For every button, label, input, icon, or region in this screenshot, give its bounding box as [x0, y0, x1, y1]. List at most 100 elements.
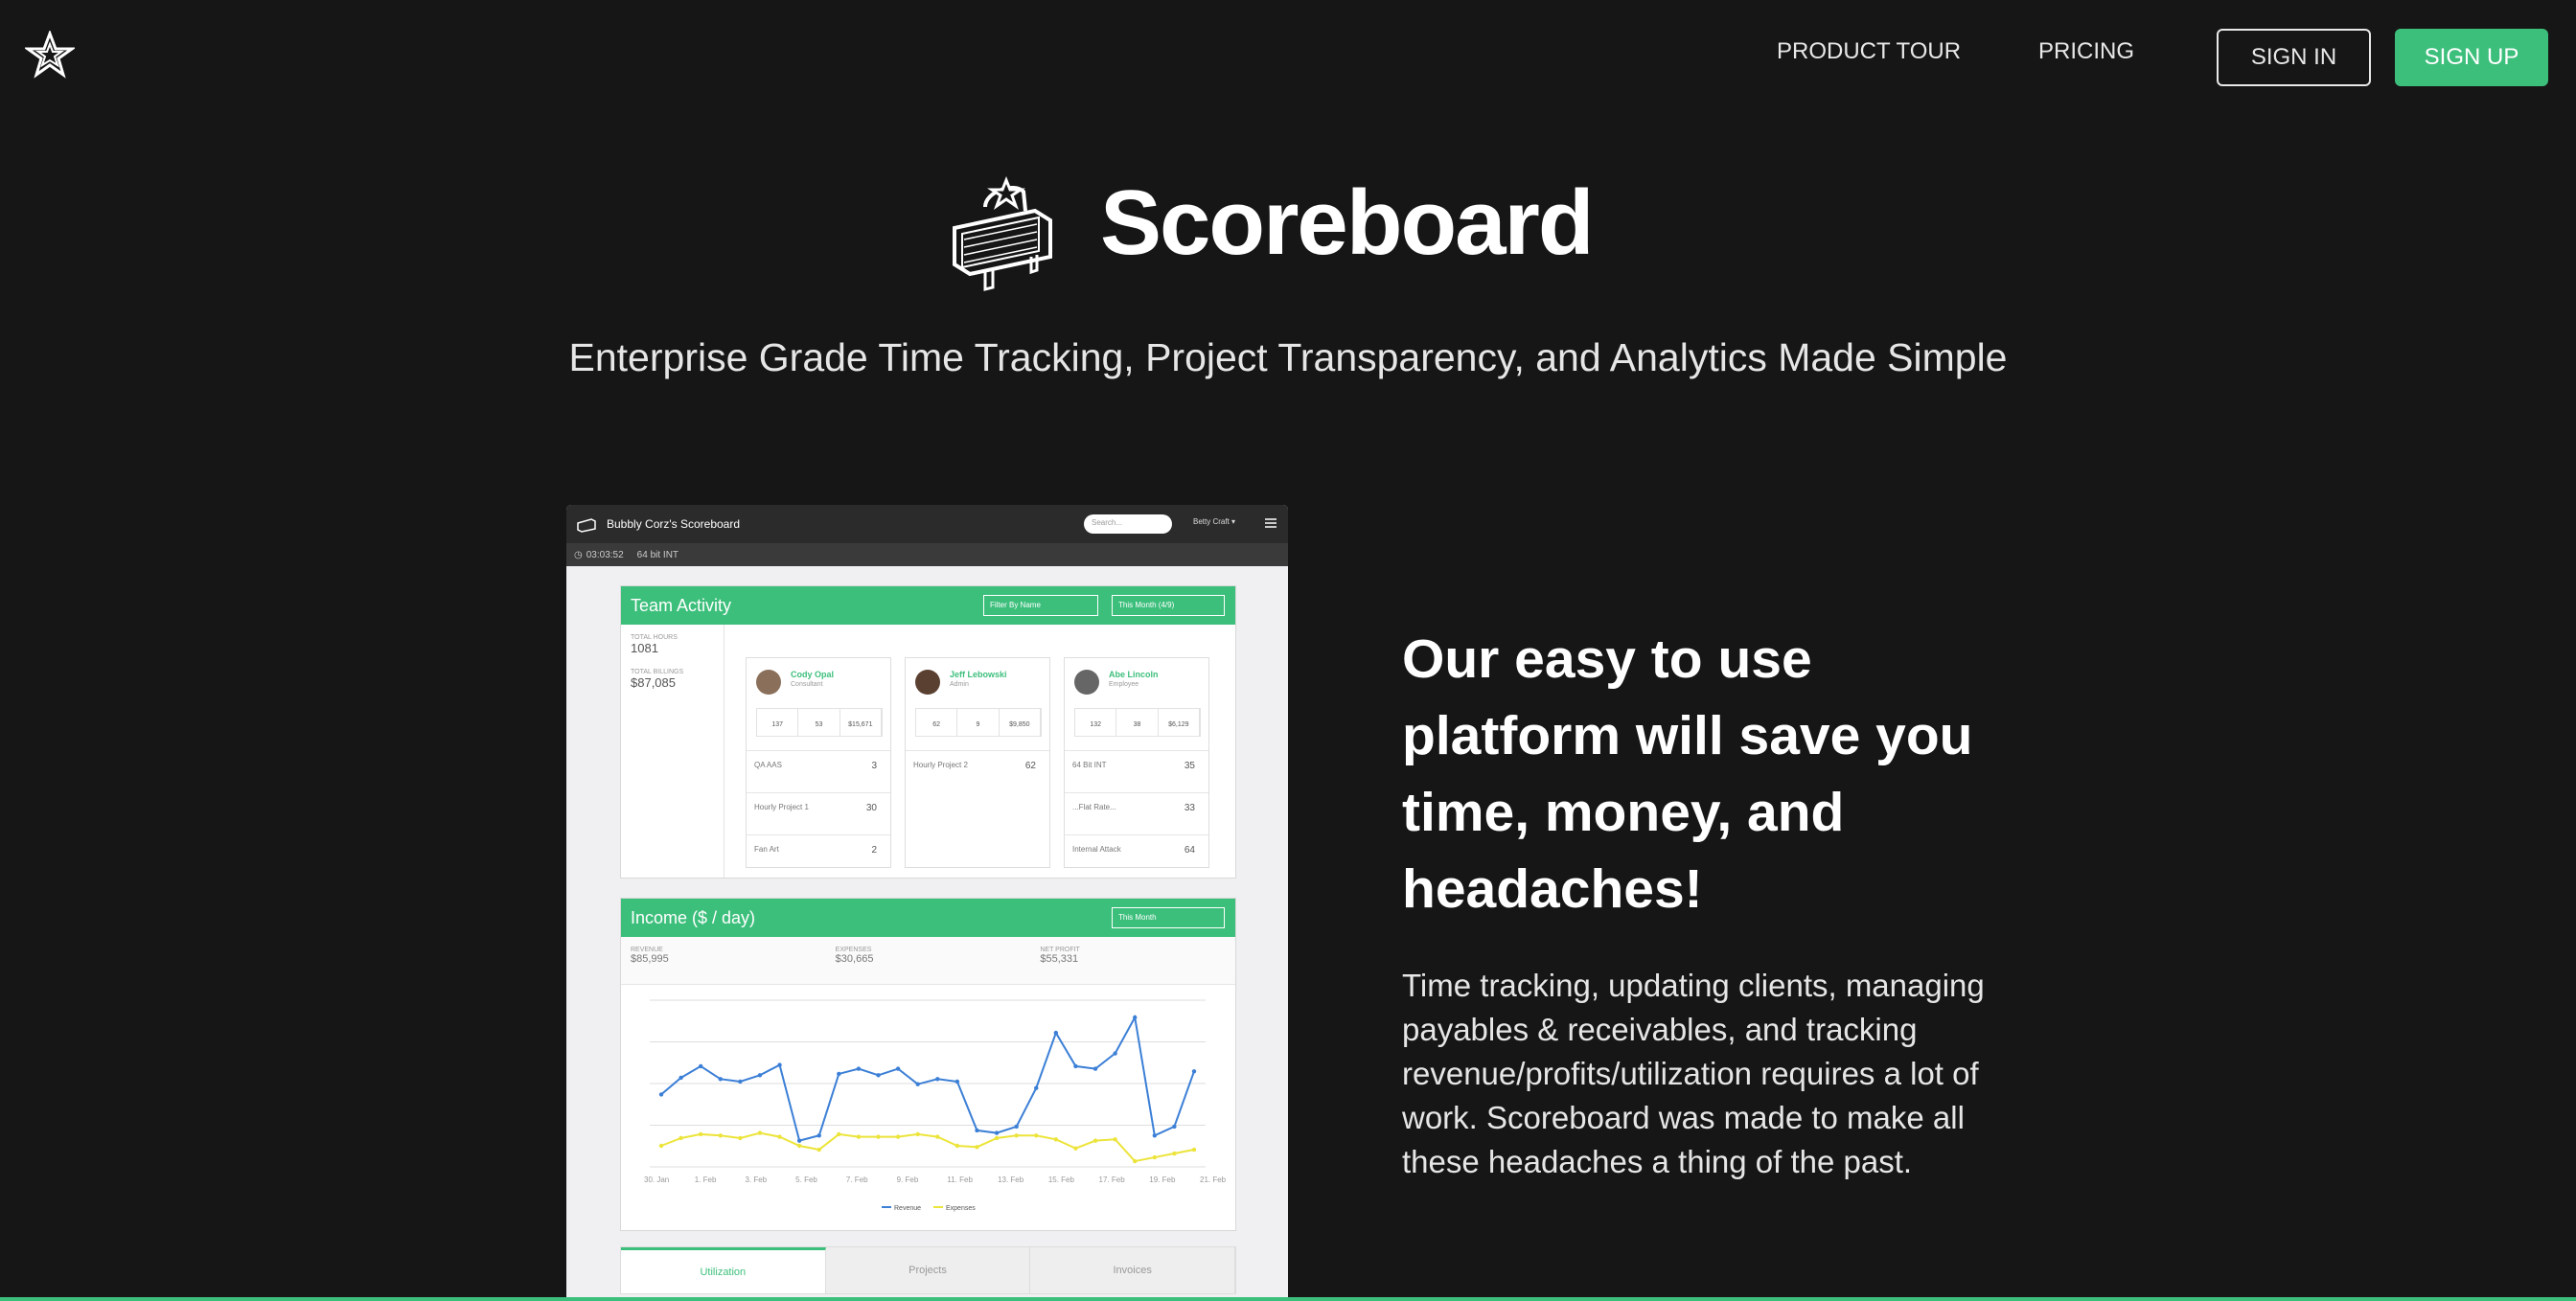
revenue-point [915, 1082, 920, 1086]
x-tick-label: 21. Feb [1200, 1175, 1227, 1184]
expenses-point [856, 1134, 862, 1139]
mock-search-input: Search... [1084, 514, 1172, 534]
person-name: Cody Opal [791, 670, 835, 679]
revenue-point [876, 1073, 881, 1078]
person-stat: 62 [916, 709, 958, 736]
expenses-point [658, 1143, 664, 1149]
person-stat: 132 [1075, 709, 1117, 736]
mock-tabs: Utilization Projects Invoices [620, 1246, 1236, 1294]
expenses-point [975, 1145, 979, 1150]
feature-body: Time tracking, updating clients, managin… [1402, 968, 1985, 1179]
revenue-point [954, 1079, 960, 1084]
mock-user-name: Betty Craft [1193, 517, 1230, 526]
expenses-point [895, 1134, 901, 1139]
revenue-point [1133, 1015, 1138, 1020]
revenue-point [1034, 1085, 1039, 1090]
expenses-point [954, 1143, 960, 1149]
project-hours: 30 [865, 803, 877, 813]
filter-name-input: Filter By Name [983, 595, 1098, 616]
project-hours: 35 [1184, 761, 1195, 771]
mock-project: 64 bit INT [636, 549, 679, 560]
mock-user-menu: Betty Craft ▾ [1193, 517, 1236, 526]
expenses-total: EXPENSES $30,665 [826, 937, 1031, 984]
tab-utilization: Utilization [621, 1247, 826, 1293]
project-row: Hourly Project 1 30 [747, 792, 890, 834]
person-role: Admin [950, 681, 969, 688]
avatar [915, 670, 940, 695]
income-title: Income ($ / day) [631, 907, 756, 927]
revenue-label: REVENUE [631, 947, 663, 953]
person-role: Consultant [791, 681, 823, 688]
project-name: QA AAS [754, 761, 782, 769]
revenue-point [994, 1130, 1000, 1135]
legend-label: Revenue [894, 1205, 921, 1212]
project-row: Hourly Project 2 62 [906, 750, 1049, 792]
hamburger-icon [1265, 518, 1276, 528]
revenue-point [1053, 1030, 1059, 1036]
expenses-point [718, 1133, 723, 1138]
project-name: Internal Attack [1072, 845, 1121, 854]
project-name: Hourly Project 1 [754, 803, 809, 811]
total-hours-label: TOTAL HOURS [631, 634, 678, 641]
revenue-point [837, 1071, 841, 1077]
period-select: This Month (4/9) [1112, 595, 1225, 616]
person-stat: 53 [798, 709, 840, 736]
expenses-point [777, 1134, 782, 1139]
team-activity-panel: Team Activity Filter By Name This Month … [620, 585, 1236, 879]
x-tick-label: 19. Feb [1149, 1175, 1176, 1184]
mock-app-title: Bubbly Corz's Scoreboard [607, 517, 741, 531]
revenue-point [1073, 1063, 1078, 1069]
net-total: NET PROFIT $55,331 [1030, 937, 1235, 984]
person-stat: 137 [757, 709, 799, 736]
expenses-label: EXPENSES [835, 947, 872, 953]
x-tick-label: 15. Feb [1048, 1175, 1075, 1184]
tab-projects: Projects [826, 1247, 1031, 1293]
revenue-line [660, 1014, 1195, 1142]
expenses-point [876, 1134, 881, 1139]
net-value: $55,331 [1040, 953, 1079, 965]
expenses-point [1073, 1146, 1078, 1151]
person-stats: 132 38 $6,129 [1074, 708, 1201, 737]
revenue-point [975, 1128, 979, 1133]
revenue-point [1092, 1066, 1098, 1071]
person-stats: 62 9 $9,850 [915, 708, 1042, 737]
sign-in-button[interactable]: SIGN IN [2217, 29, 2371, 86]
x-tick-label: 3. Feb [745, 1175, 767, 1184]
team-activity-header: Team Activity Filter By Name This Month … [621, 586, 1235, 625]
project-hours: 62 [1024, 761, 1036, 771]
clock-icon: ◷ [574, 549, 583, 560]
expenses-point [698, 1131, 703, 1137]
revenue-point [1172, 1124, 1177, 1130]
bottom-accent-line [0, 1297, 2576, 1301]
nav-pricing-link[interactable]: PRICING [2038, 38, 2134, 65]
x-tick-label: 9. Feb [897, 1175, 919, 1184]
app-screenshot-mock: Bubbly Corz's Scoreboard Search... Betty… [566, 505, 1288, 1301]
revenue-point [796, 1138, 802, 1143]
expenses-point [738, 1135, 743, 1141]
mock-timer: 03:03:52 [586, 549, 624, 560]
sign-up-button[interactable]: SIGN UP [2395, 29, 2548, 86]
x-tick-label: 11. Feb [947, 1175, 973, 1184]
person-stats: 137 53 $15,671 [756, 708, 883, 737]
income-line-chart: 30. Jan 1. Feb 3. Feb 5. Feb 7. Feb 9. Feb 11.… [644, 999, 1227, 1212]
revenue-point [816, 1133, 821, 1138]
x-tick-label: 17. Feb [1099, 1175, 1126, 1184]
x-tick-label: 30. Jan [644, 1175, 669, 1184]
expenses-point [837, 1131, 841, 1137]
project-row: QA AAS 3 [747, 750, 890, 792]
net-label: NET PROFIT [1040, 947, 1080, 953]
team-activity-title: Team Activity [631, 595, 732, 615]
nav-product-tour-link[interactable]: PRODUCT TOUR [1777, 38, 1961, 65]
expenses-point [757, 1130, 763, 1135]
revenue-point [935, 1077, 940, 1082]
x-tick-label: 1. Feb [695, 1175, 717, 1184]
total-hours: 1081 [631, 641, 658, 655]
person-name: Abe Lincoln [1109, 670, 1159, 679]
project-name: Hourly Project 2 [913, 761, 968, 769]
revenue-value: $85,995 [631, 953, 669, 965]
expenses-point [1092, 1138, 1098, 1143]
revenue-point [1152, 1133, 1158, 1138]
revenue-point [1014, 1124, 1019, 1130]
star-logo-icon[interactable] [25, 31, 75, 80]
scoreboard-logo-icon [953, 175, 1052, 291]
